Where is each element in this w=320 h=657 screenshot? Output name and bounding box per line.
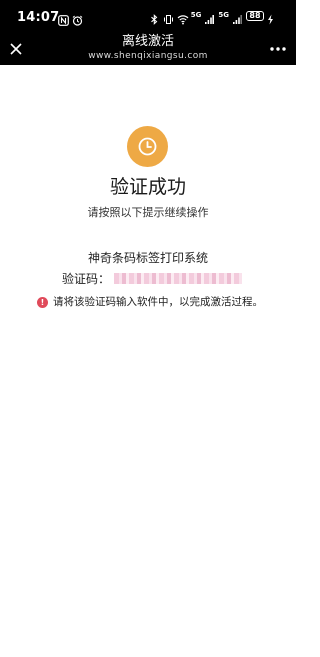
result-heading: 验证成功 <box>109 176 186 198</box>
status-left-icons <box>58 11 83 26</box>
signal-icon-b <box>232 10 243 24</box>
status-right-icons: 5G 5G 88 <box>149 10 278 25</box>
code-label: 验证码： <box>62 271 111 286</box>
vibrate-icon <box>163 10 174 24</box>
signal-icon-a <box>204 10 215 24</box>
product-name: 神奇条码标签打印系统 <box>87 251 208 265</box>
status-clock-icon <box>127 126 168 167</box>
verification-code-row: 验证码： <box>62 270 243 286</box>
battery-level: 88 <box>246 10 264 21</box>
more-button[interactable] <box>268 39 288 59</box>
alarm-icon <box>72 11 83 26</box>
network-5g-b: 5G <box>218 11 229 19</box>
page-title: 离线激活 <box>121 34 174 49</box>
main-content: 验证成功 请按照以下提示继续操作 神奇条码标签打印系统 验证码： ! 请将该验证… <box>0 65 296 657</box>
warning-row: ! 请将该验证码输入软件中，以完成激活过程。 <box>37 295 263 309</box>
instruction-hint: 请按照以下提示继续操作 <box>87 206 209 219</box>
status-time: 14:07 <box>17 10 60 25</box>
network-5g-a: 5G <box>190 11 202 19</box>
wifi-icon <box>177 10 189 25</box>
warning-text: 请将该验证码输入软件中，以完成激活过程。 <box>53 296 263 308</box>
warning-icon: ! <box>37 296 48 308</box>
bluetooth-icon <box>149 10 160 25</box>
more-icon <box>270 47 286 51</box>
page-subtitle-url: www.shenqixiangsu.com <box>88 51 208 61</box>
verification-code-redacted[interactable] <box>114 272 243 284</box>
clock-icon <box>138 137 157 156</box>
status-bar: 14:07 5G 5G 88 <box>0 0 296 33</box>
title-bar: 离线激活 www.shenqixiangsu.com <box>0 33 296 65</box>
nfc-icon <box>58 11 69 26</box>
charging-icon <box>267 10 278 25</box>
